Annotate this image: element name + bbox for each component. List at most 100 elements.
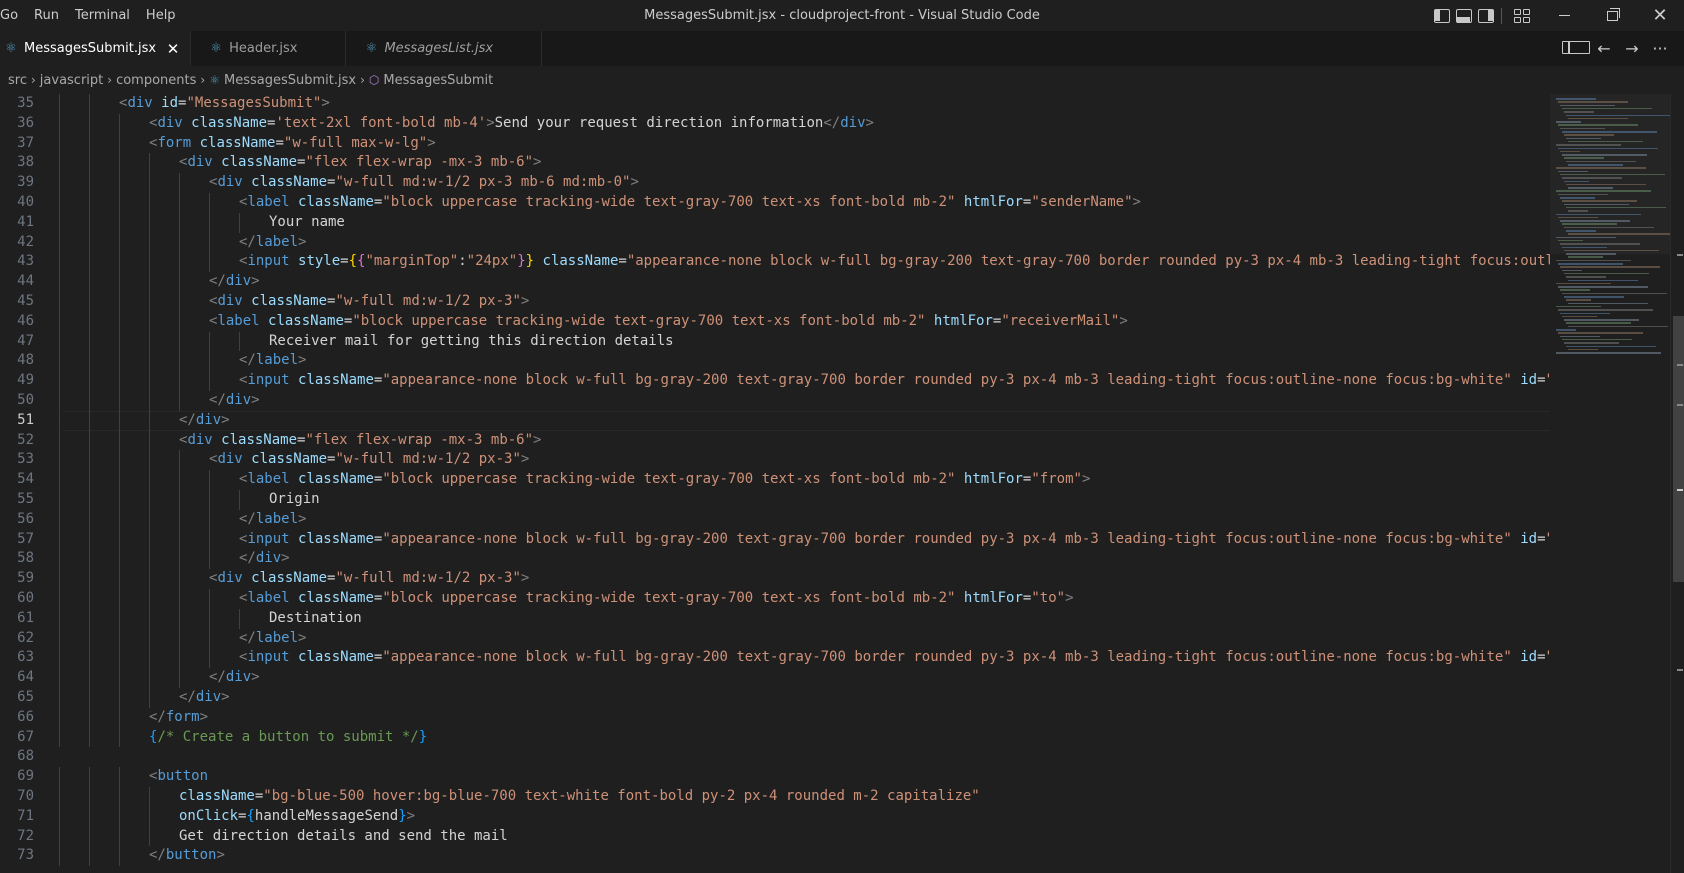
indent-guide (179, 529, 180, 550)
minimap-line (1558, 286, 1648, 288)
breadcrumb-src[interactable]: src (8, 73, 27, 88)
tab-header[interactable]: ⚛ Header.jsx (191, 31, 347, 66)
code-line[interactable]: 42 </label> (0, 232, 1550, 253)
code-line[interactable]: 37 <form className="w-full max-w-lg"> (0, 133, 1550, 154)
code-line[interactable]: 62 </label> (0, 628, 1550, 649)
indent-guide (119, 707, 120, 728)
code-line[interactable]: 71 onClick={handleMessageSend}> (0, 806, 1550, 827)
code-token: </ (209, 273, 226, 290)
indent-guide (59, 668, 60, 688)
code-line[interactable]: 60 <label className="block uppercase trac… (0, 589, 1550, 609)
code-token: </ (179, 689, 196, 705)
code-line[interactable]: 40 <label className="block uppercase trac… (0, 193, 1550, 213)
indent-guide (149, 153, 150, 174)
code-text: <input style={{"marginTop":"24px"}} clas… (239, 252, 1550, 272)
vertical-scrollbar[interactable] (1670, 94, 1684, 873)
go-forward-button[interactable]: → (1618, 39, 1646, 58)
code-line[interactable]: 63 <input className="appearance-none bloc… (0, 648, 1550, 669)
code-line[interactable]: 55 Origin (0, 490, 1550, 510)
code-line[interactable]: 45 <div className="w-full md:w-1/2 px-3"> (0, 292, 1550, 312)
split-editor-button[interactable] (1562, 39, 1590, 58)
toggle-primary-sidebar-icon[interactable] (1434, 8, 1450, 23)
breadcrumb-symbol[interactable]: MessagesSubmit (383, 73, 493, 88)
indent-guide (179, 252, 180, 273)
breadcrumb-javascript[interactable]: javascript (40, 73, 103, 88)
code-line[interactable]: 44 </div> (0, 272, 1550, 292)
indent-guide (89, 292, 90, 312)
code-line[interactable]: 69 <button (0, 767, 1550, 787)
code-line[interactable]: 66 </form> (0, 707, 1550, 728)
code-line[interactable]: 61 Destination (0, 608, 1550, 629)
menu-run[interactable]: Run (26, 0, 67, 31)
close-window-button[interactable]: ✕ (1636, 0, 1684, 31)
code-line[interactable]: 70 className="bg-blue-500 hover:bg-blue-7… (0, 787, 1550, 807)
menu-help[interactable]: Help (138, 0, 184, 31)
code-token: > (281, 550, 290, 567)
code-line[interactable]: 59 <div className="w-full md:w-1/2 px-3"> (0, 569, 1550, 589)
code-line[interactable]: 54 <label className="block uppercase trac… (0, 470, 1550, 490)
restore-button[interactable] (1588, 0, 1636, 31)
tab-messagessubmit[interactable]: ⚛ MessagesSubmit.jsx ✕ (0, 31, 192, 66)
code-token: } (418, 728, 428, 745)
code-line[interactable]: 41 Your name (0, 212, 1550, 233)
code-line[interactable]: 35 <div id="MessagesSubmit"> (0, 94, 1550, 114)
code-line[interactable]: 46 <label className="block uppercase trac… (0, 311, 1550, 332)
more-actions-button[interactable]: ··· (1646, 39, 1674, 58)
code-line[interactable]: 53 <div className="w-full md:w-1/2 px-3"> (0, 450, 1550, 471)
indent-guide (209, 331, 210, 352)
indent-guide (89, 806, 90, 827)
minimize-button[interactable] (1540, 0, 1588, 31)
minimap[interactable] (1550, 94, 1673, 873)
code-line[interactable]: 58 </div> (0, 549, 1550, 570)
code-token: "flex flex-wrap -mx-3 mb-6" (305, 154, 534, 171)
scrollbar-thumb[interactable] (1673, 316, 1684, 582)
code-line[interactable]: 39 <div className="w-full md:w-1/2 px-3 m… (0, 173, 1550, 193)
toggle-secondary-sidebar-icon[interactable] (1478, 8, 1494, 23)
code-line[interactable]: 68 (0, 747, 1550, 767)
breadcrumb-components[interactable]: components (116, 73, 196, 88)
customize-layout-icon[interactable] (1514, 8, 1530, 23)
go-back-button[interactable]: ← (1590, 39, 1618, 58)
code-line[interactable]: 36 <div className='text-2xl font-bold mb-… (0, 113, 1550, 134)
code-line[interactable]: 47 Receiver mail for getting this directi… (0, 331, 1550, 352)
code-token: { (348, 253, 358, 270)
code-line[interactable]: 72 Get direction details and send the mai… (0, 826, 1550, 847)
code-line[interactable]: 49 <input className="appearance-none bloc… (0, 371, 1550, 391)
code-line[interactable]: 57 <input className="appearance-none bloc… (0, 529, 1550, 550)
code-line[interactable]: 52 <div className="flex flex-wrap -mx-3 m… (0, 430, 1550, 451)
minimap-line (1556, 98, 1596, 100)
code-text: <label className="block uppercase tracki… (239, 193, 1141, 213)
code-line[interactable]: 73 </button> (0, 846, 1550, 867)
indent-guide (119, 193, 120, 213)
code-line[interactable]: 48 </label> (0, 351, 1550, 372)
code-line[interactable]: 67 {/* Create a button to submit */} (0, 727, 1550, 748)
menu-go[interactable]: Go (0, 0, 26, 31)
minimap-line (1564, 226, 1654, 229)
code-line[interactable]: 56 </label> (0, 509, 1550, 530)
minimap-line (1562, 223, 1617, 225)
toggle-panel-icon[interactable] (1456, 8, 1472, 23)
code-text: </div> (209, 668, 260, 688)
symbol-module-icon: ⬡ (368, 73, 380, 87)
code-line[interactable]: 64 </div> (0, 668, 1550, 688)
code-token: id (152, 95, 179, 111)
code-line[interactable]: 65 </div> (0, 688, 1550, 708)
indent-guide (149, 311, 150, 332)
indent-guide (179, 509, 180, 530)
indent-guide (179, 608, 180, 629)
tab-close-icon[interactable]: ✕ (166, 40, 180, 58)
indent-guide (149, 292, 150, 312)
tab-messageslist[interactable]: ⚛ MessagesList.jsx (346, 31, 543, 66)
code-line[interactable]: 50 </div> (0, 391, 1550, 411)
menu-terminal[interactable]: Terminal (67, 0, 138, 31)
breadcrumb-file[interactable]: MessagesSubmit.jsx (224, 73, 356, 88)
code-text: </label> (239, 351, 306, 371)
code-line[interactable]: 51 </div> (0, 410, 1550, 431)
code-text: </label> (239, 629, 306, 649)
indent-guide (59, 351, 60, 372)
code-editor[interactable]: 35 <div id="MessagesSubmit"> 36 <div classN… (0, 94, 1550, 873)
code-line[interactable]: 43 <input style={{"marginTop":"24px"}} cl… (0, 252, 1550, 273)
code-line[interactable]: 38 <div className="flex flex-wrap -mx-3 m… (0, 153, 1550, 174)
line-number: 43 (17, 253, 34, 270)
code-token: > (1119, 312, 1128, 329)
